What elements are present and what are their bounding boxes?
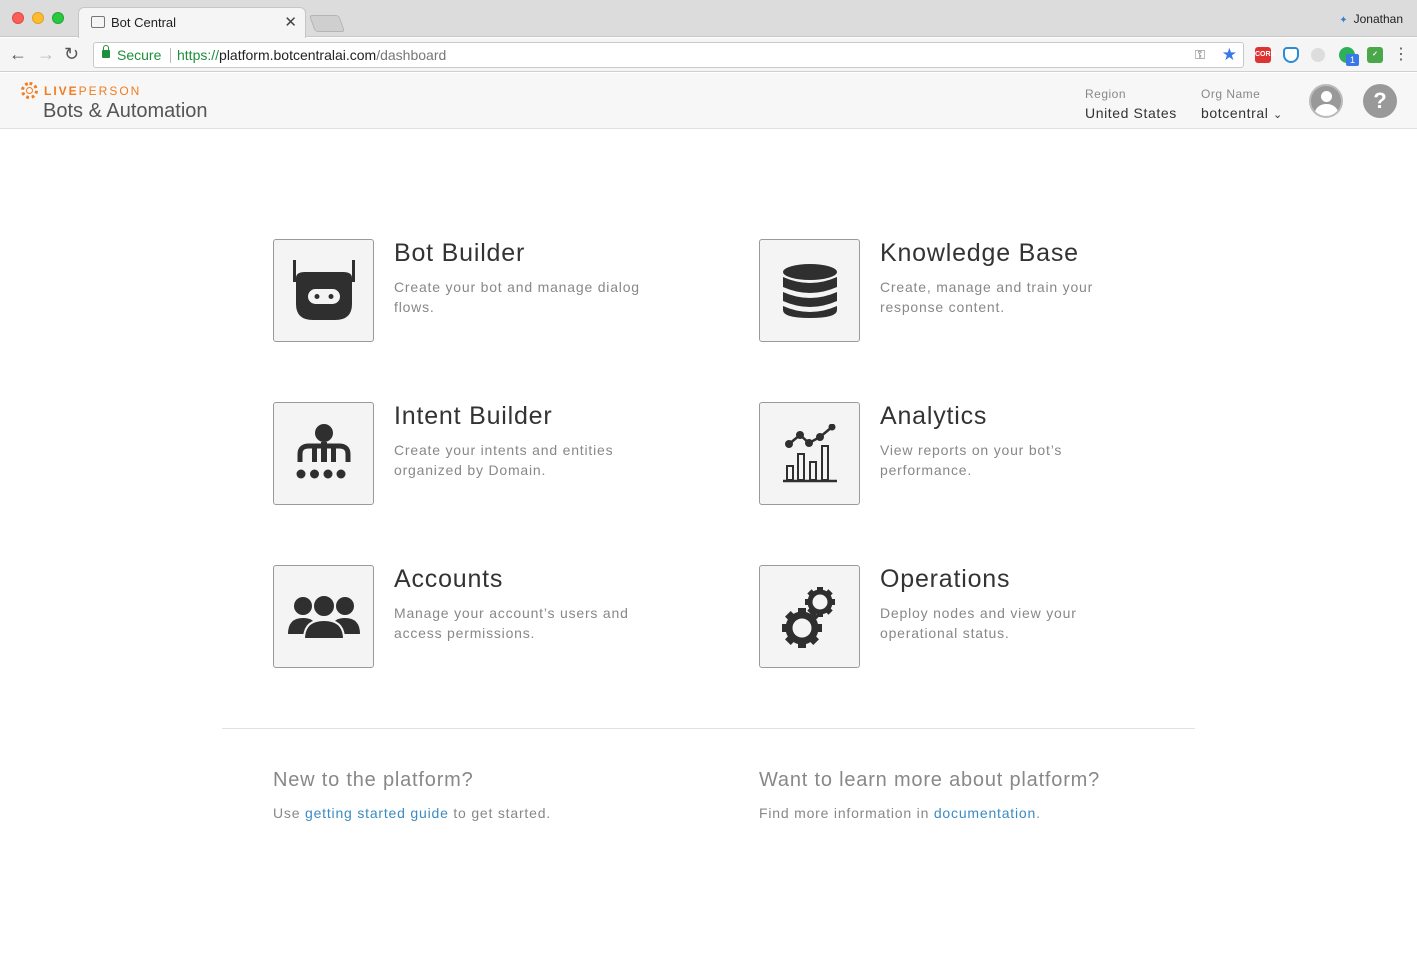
- lock-icon: [102, 45, 110, 58]
- profile-icon: ✦: [1339, 15, 1348, 26]
- card-operations[interactable]: Operations Deploy nodes and view your op…: [759, 565, 1199, 669]
- getting-started-link[interactable]: getting started guide: [305, 805, 449, 821]
- secure-label: Secure: [117, 47, 162, 63]
- card-bot-builder[interactable]: Bot Builder Create your bot and manage d…: [273, 239, 713, 343]
- learn-more-heading: Want to learn more about platform?: [759, 769, 1101, 791]
- card-title: Operations: [880, 565, 1011, 593]
- hierarchy-icon: [273, 402, 374, 505]
- region-value: United States: [1085, 105, 1177, 121]
- forward-arrow-icon[interactable]: →: [37, 44, 55, 65]
- robot-icon: [273, 239, 374, 342]
- card-title: Accounts: [394, 565, 504, 593]
- cors-icon[interactable]: CORS: [1255, 47, 1275, 63]
- circle-extension-icon[interactable]: [1311, 48, 1325, 62]
- address-bar[interactable]: Secure https://platform.botcentralai.com…: [93, 42, 1244, 68]
- org-name-value: botcentral: [1201, 105, 1269, 121]
- profile-button[interactable]: ✦ Jonathan: [1339, 12, 1403, 26]
- getting-started-text: Use getting started guide to get started…: [273, 805, 551, 821]
- region-label: Region: [1085, 87, 1127, 101]
- card-title: Bot Builder: [394, 239, 526, 267]
- app-header: LIVEPERSON Bots & Automation Region Unit…: [0, 73, 1417, 129]
- back-arrow-icon[interactable]: ←: [9, 44, 27, 65]
- reload-icon[interactable]: ↻: [64, 44, 79, 65]
- close-window-button[interactable]: [12, 12, 24, 24]
- card-title: Knowledge Base: [880, 239, 1079, 267]
- users-icon: [273, 565, 374, 668]
- key-icon[interactable]: ⚿: [1195, 47, 1205, 63]
- browser-menu-icon[interactable]: ⋮: [1393, 44, 1409, 64]
- gears-icon: [759, 565, 860, 668]
- card-analytics[interactable]: Analytics View reports on your bot’s per…: [759, 402, 1199, 506]
- card-title: Analytics: [880, 402, 988, 430]
- browser-tab[interactable]: Bot Central ✕: [78, 7, 306, 38]
- new-tab-button[interactable]: [308, 15, 346, 32]
- url-scheme: https://: [177, 47, 220, 63]
- card-knowledge-base[interactable]: Knowledge Base Create, manage and train …: [759, 239, 1199, 343]
- profile-name: Jonathan: [1353, 12, 1403, 26]
- card-intent-builder[interactable]: Intent Builder Create your intents and e…: [273, 402, 713, 506]
- card-accounts[interactable]: Accounts Manage your account’s users and…: [273, 565, 713, 669]
- minimize-window-button[interactable]: [32, 12, 44, 24]
- product-name[interactable]: Bots & Automation: [43, 100, 208, 123]
- url-path: /dashboard: [376, 47, 447, 63]
- user-icon: [1321, 91, 1332, 102]
- checkbox-extension-icon[interactable]: ✓: [1367, 47, 1383, 63]
- help-button[interactable]: ?: [1363, 84, 1397, 118]
- documentation-link[interactable]: documentation: [934, 805, 1036, 821]
- shield-extension-icon[interactable]: [1283, 47, 1299, 63]
- liveperson-logo-icon: [21, 82, 38, 99]
- browser-titlebar: Bot Central ✕ ✦ Jonathan: [0, 0, 1417, 38]
- card-title: Intent Builder: [394, 402, 553, 430]
- chat-favicon-icon: [91, 16, 105, 28]
- documentation-text: Find more information in documentation.: [759, 805, 1041, 821]
- new-to-platform-heading: New to the platform?: [273, 769, 474, 791]
- database-icon: [759, 239, 860, 342]
- maximize-window-button[interactable]: [52, 12, 64, 24]
- url-host: platform.botcentralai.com: [219, 47, 377, 63]
- address-separator: [170, 48, 171, 63]
- org-name-label: Org Name: [1201, 87, 1261, 101]
- tab-close-icon[interactable]: ✕: [284, 13, 297, 31]
- card-description: Create your intents and entities organiz…: [394, 442, 614, 478]
- avatar[interactable]: [1309, 84, 1343, 118]
- chart-icon: [759, 402, 860, 505]
- extension-badge: 1: [1346, 54, 1359, 66]
- card-description: Create, manage and train your response c…: [880, 279, 1094, 315]
- card-description: Create your bot and manage dialog flows.: [394, 279, 640, 315]
- liveperson-wordmark: LIVEPERSON: [44, 84, 142, 98]
- card-description: Manage your account’s users and access p…: [394, 605, 629, 641]
- card-description: Deploy nodes and view your operational s…: [880, 605, 1077, 641]
- card-description: View reports on your bot’s performance.: [880, 442, 1063, 478]
- tab-title: Bot Central: [111, 15, 177, 30]
- browser-toolbar: ← → ↻ Secure https://platform.botcentral…: [0, 38, 1417, 72]
- url-text[interactable]: https://platform.botcentralai.com/dashbo…: [177, 47, 446, 63]
- section-divider: [222, 728, 1195, 729]
- org-selector[interactable]: botcentral ⌄: [1201, 105, 1283, 121]
- chevron-down-icon: ⌄: [1272, 109, 1283, 121]
- bookmark-star-icon[interactable]: ★: [1222, 45, 1237, 65]
